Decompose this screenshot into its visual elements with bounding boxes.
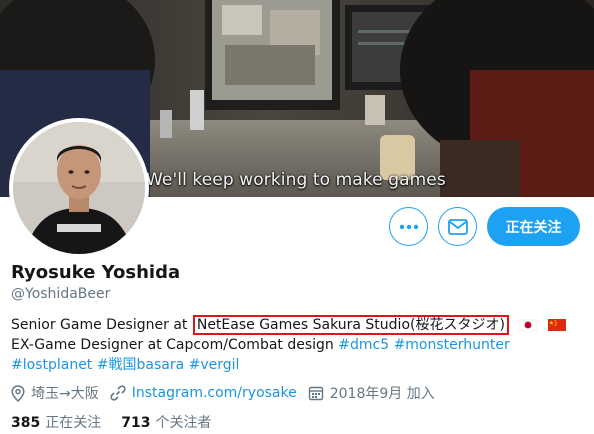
- highlight-box: NetEase Games Sakura Studio(桜花スタジオ): [192, 315, 509, 335]
- hashtag-link[interactable]: #dmc5: [338, 337, 389, 353]
- user-handle: @YoshidaBeer: [11, 286, 111, 302]
- location: 埼玉→大阪: [11, 383, 99, 403]
- bio-line-3: #lostplanet #戦国basara #vergil: [11, 355, 591, 375]
- following-button[interactable]: 正在关注: [487, 207, 580, 246]
- hashtag-link[interactable]: #monsterhunter: [394, 337, 510, 353]
- more-button[interactable]: [389, 207, 428, 246]
- bio-text: EX-Game Designer at Capcom/Combat design: [11, 337, 339, 353]
- followers-stat[interactable]: 713 个关注者: [121, 412, 211, 432]
- message-button[interactable]: [438, 207, 477, 246]
- bio-line-1: Senior Game Designer at NetEase Games Sa…: [11, 315, 591, 335]
- followers-label: 个关注者: [155, 415, 212, 431]
- display-name: Ryosuke Yoshida: [11, 262, 181, 283]
- following-stat[interactable]: 385 正在关注: [11, 412, 101, 432]
- avatar-photo: [13, 122, 145, 254]
- location-pin-icon: [11, 384, 25, 402]
- profile-bio: Senior Game Designer at NetEase Games Sa…: [11, 315, 591, 375]
- china-flag-icon: [547, 319, 566, 331]
- followers-count: 713: [121, 415, 151, 431]
- hashtag-link[interactable]: #vergil: [189, 357, 240, 373]
- location-text: 埼玉→大阪: [31, 386, 99, 402]
- join-date-text: 2018年9月 加入: [329, 386, 435, 402]
- link-icon: [110, 385, 126, 401]
- website-link[interactable]: Instagram.com/ryosake: [132, 385, 297, 401]
- calendar-icon: [308, 386, 323, 401]
- follow-stats: 385 正在关注 713 个关注者: [11, 412, 231, 432]
- join-date: 2018年9月 加入: [308, 383, 435, 403]
- profile-meta: 埼玉→大阪 Instagram.com/ryosake 2018年9月 加入: [11, 383, 446, 403]
- more-dots-icon: [399, 224, 418, 229]
- following-label: 正在关注: [45, 415, 102, 431]
- website[interactable]: Instagram.com/ryosake: [110, 385, 297, 401]
- japan-flag-icon: [519, 319, 538, 331]
- following-count: 385: [11, 415, 41, 431]
- bio-line-2: EX-Game Designer at Capcom/Combat design…: [11, 335, 591, 355]
- avatar[interactable]: [9, 118, 149, 258]
- hashtag-link[interactable]: #戦国basara: [97, 357, 184, 373]
- bio-text: Senior Game Designer at: [11, 317, 192, 333]
- banner-subtitle: We'll keep working to make games: [146, 170, 446, 190]
- hashtag-link[interactable]: #lostplanet: [11, 357, 92, 373]
- envelope-icon: [447, 218, 468, 235]
